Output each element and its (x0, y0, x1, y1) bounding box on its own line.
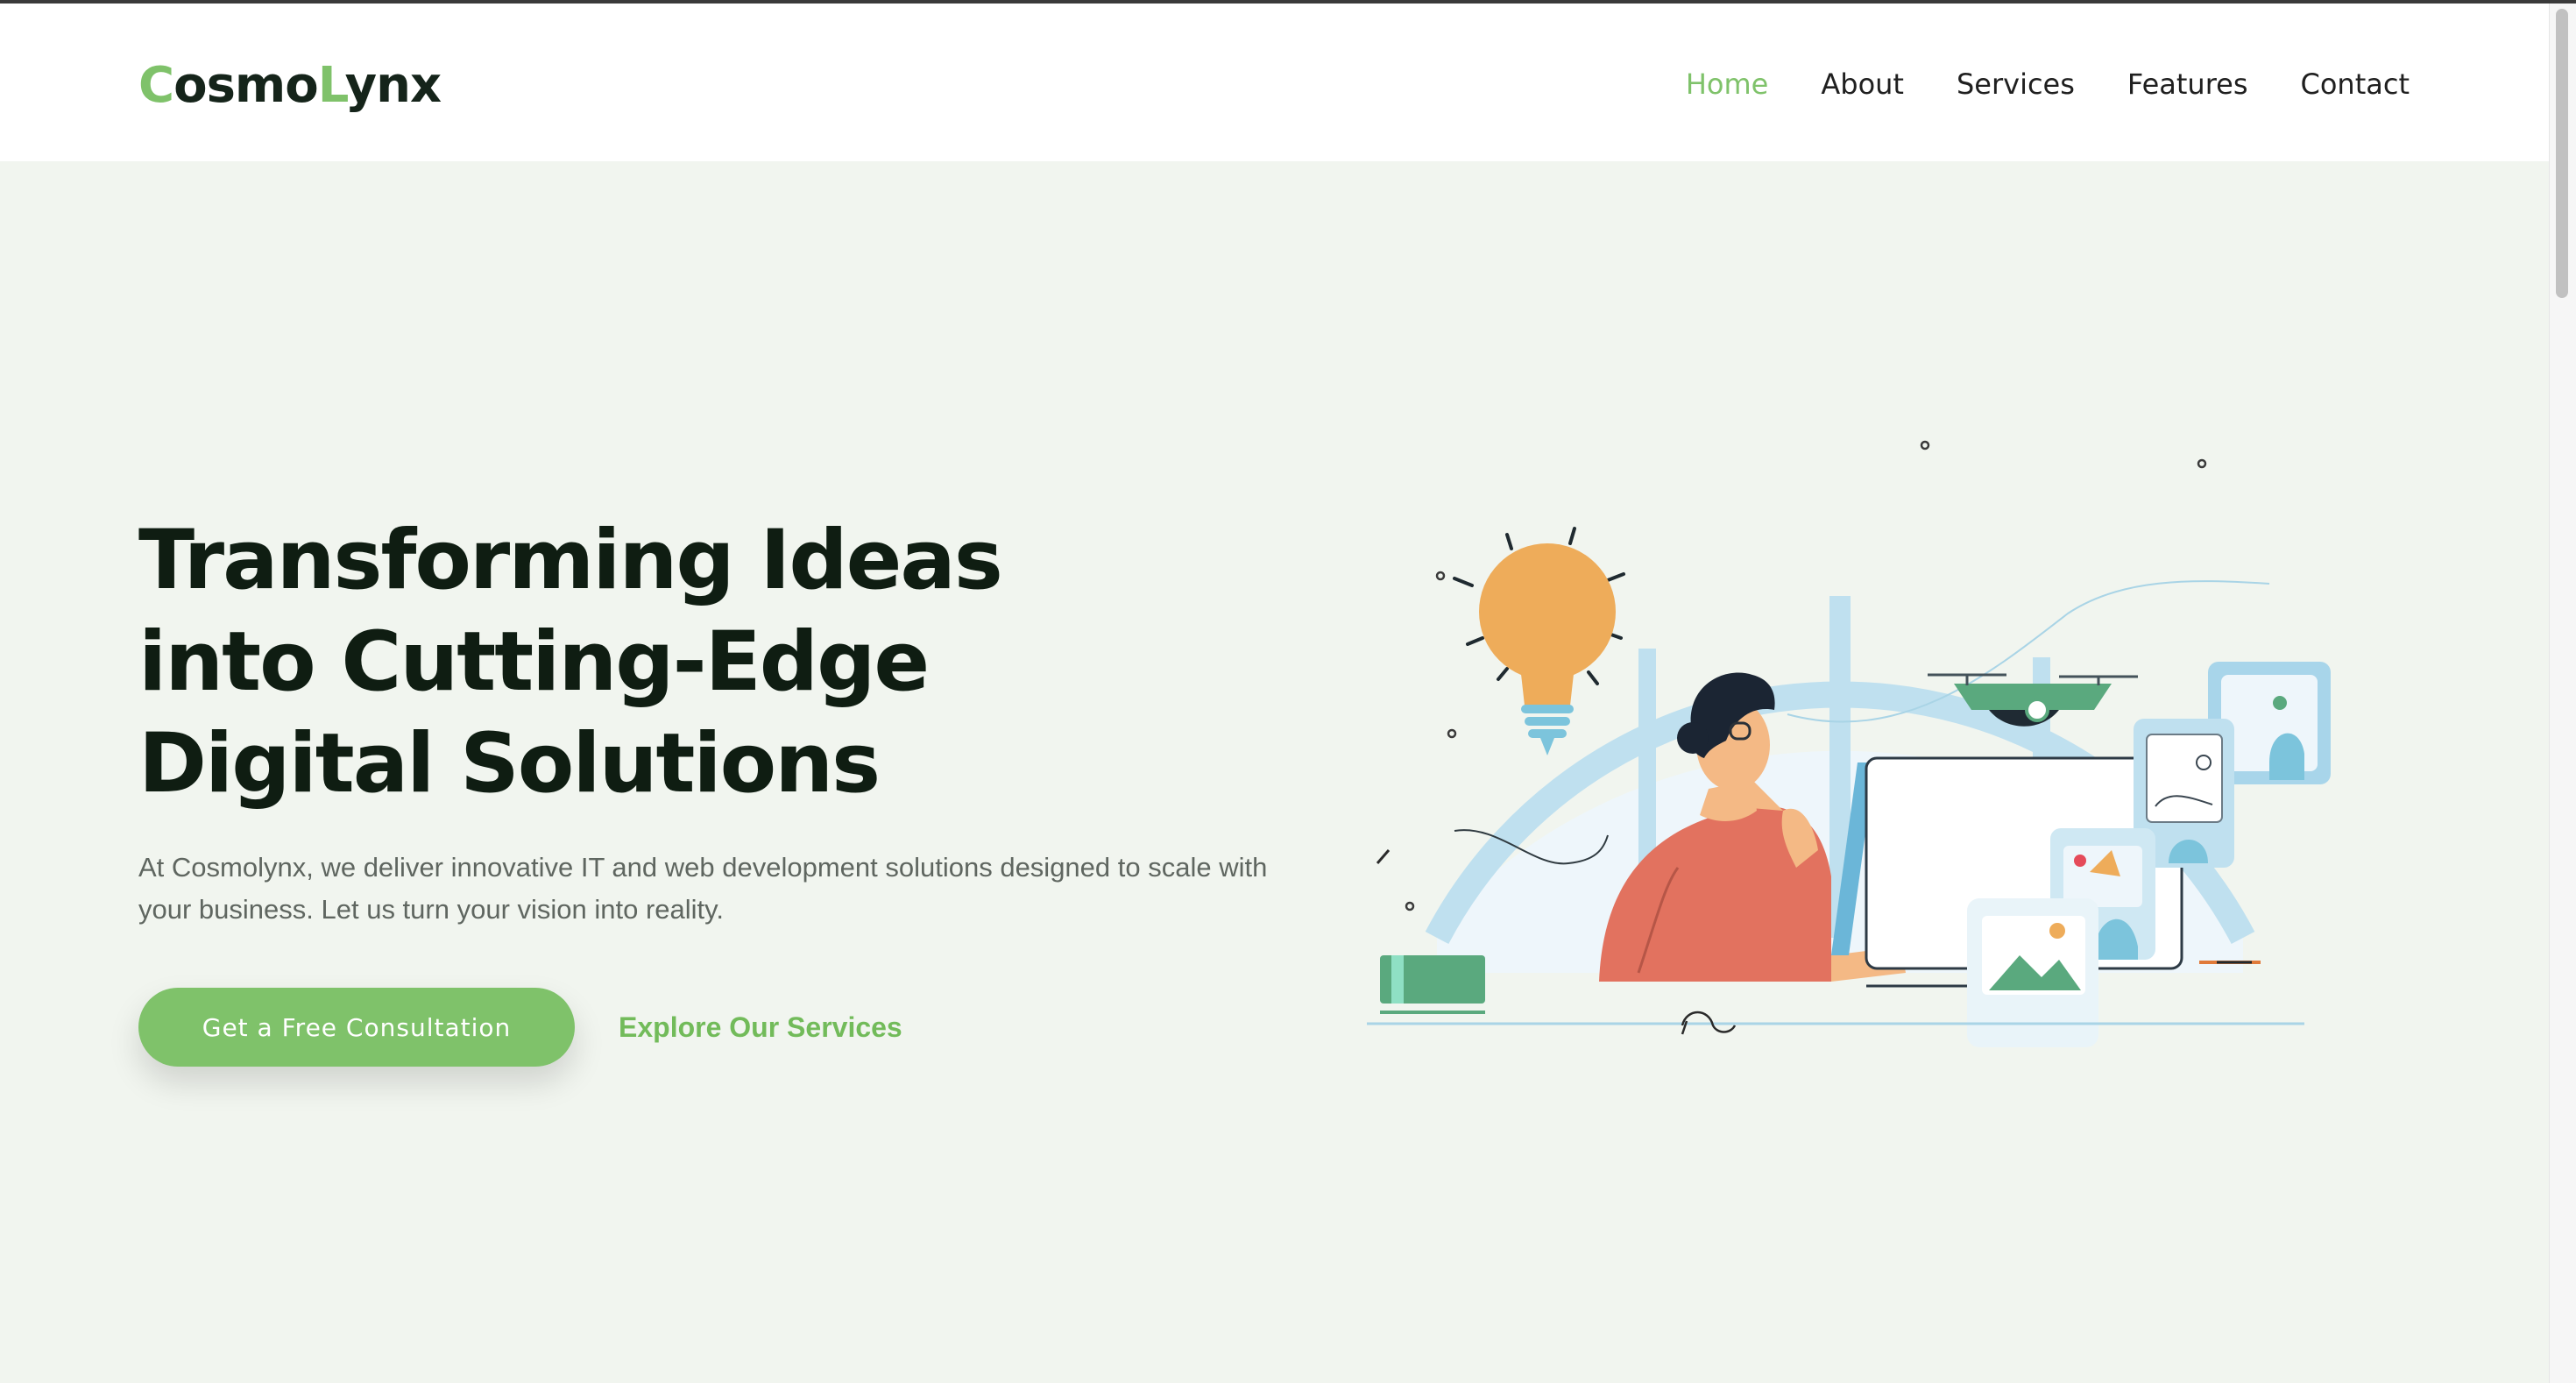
logo-text-osmo: osmo (173, 57, 319, 114)
explore-services-link[interactable]: Explore Our Services (619, 1006, 902, 1048)
logo[interactable]: CosmoLynx (138, 49, 442, 123)
nav-home[interactable]: Home (1686, 56, 1769, 112)
nav-contact[interactable]: Contact (2301, 56, 2410, 112)
logo-text-ynx: ynx (344, 57, 442, 114)
scrollbar-thumb[interactable] (2556, 9, 2568, 298)
page: CosmoLynx Home About Services Features C… (0, 0, 2576, 1383)
lightbulb-icon (1453, 527, 1625, 755)
logo-initial-l: L (317, 57, 346, 114)
main-nav: Home About Services Features Contact (1686, 56, 2410, 112)
hero-title: Transforming Ideas into Cutting-Edge Dig… (138, 510, 1234, 815)
hero-title-line-3: Digital Solutions (138, 716, 881, 812)
hero-title-line-1: Transforming Ideas (138, 513, 1003, 608)
developer-at-desk-illustration (1367, 440, 2331, 1047)
nav-services[interactable]: Services (1957, 56, 2075, 112)
hero-title-line-2: into Cutting-Edge (138, 614, 930, 710)
free-consultation-button[interactable]: Get a Free Consultation (138, 988, 575, 1067)
site-header: CosmoLynx Home About Services Features C… (0, 4, 2550, 161)
nav-features[interactable]: Features (2127, 56, 2248, 112)
hero-description: At Cosmolynx, we deliver innovative IT a… (138, 852, 1268, 925)
nav-about[interactable]: About (1821, 56, 1904, 112)
page-scrollbar[interactable] (2549, 4, 2576, 1383)
logo-initial-c: C (138, 57, 174, 114)
